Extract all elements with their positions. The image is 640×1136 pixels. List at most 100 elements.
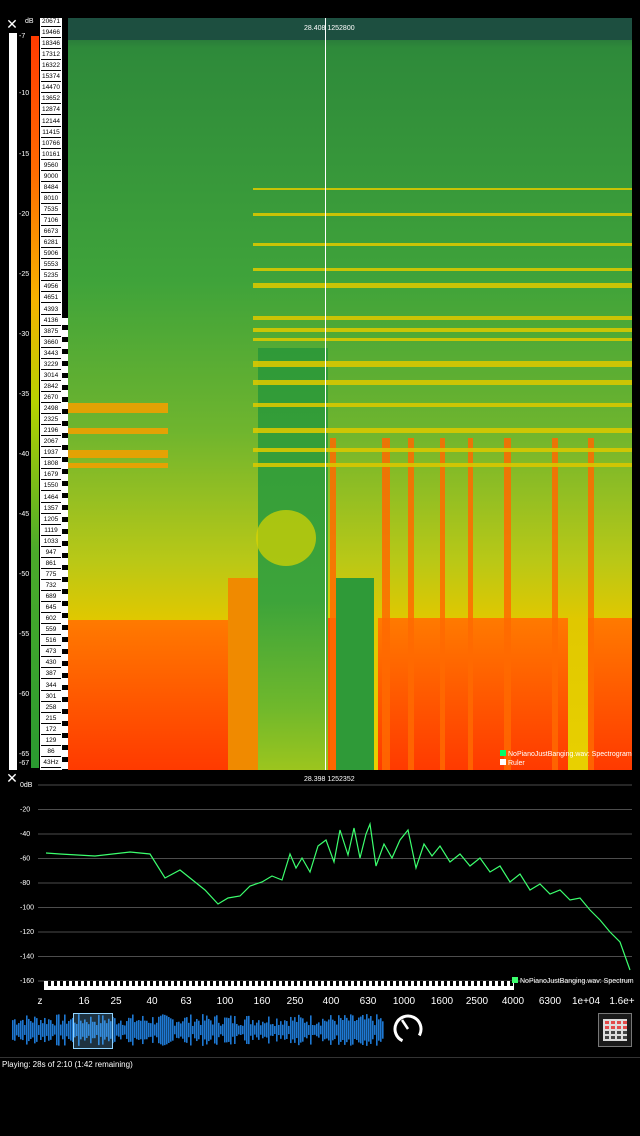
frequency-label: 645	[41, 604, 61, 614]
playback-position-handle[interactable]	[73, 1013, 113, 1049]
waveform-bar	[380, 1018, 382, 1042]
waveform-bar	[202, 1014, 204, 1046]
frequency-label: 2670	[41, 394, 61, 403]
frequency-label: 18346	[41, 40, 61, 50]
waveform-overview[interactable]	[12, 1011, 384, 1049]
frequency-label: 301	[41, 693, 61, 702]
waveform-bar	[350, 1014, 352, 1046]
frequency-label: 5906	[41, 250, 61, 260]
waveform-bar	[64, 1014, 66, 1046]
key-mark	[498, 981, 501, 986]
frequency-label: 4956	[41, 283, 61, 293]
waveform-bar	[370, 1016, 372, 1044]
db-label: -25	[19, 271, 30, 278]
waveform-bar	[344, 1015, 346, 1045]
frequency-label: 16322	[41, 62, 61, 72]
waveform-bar	[330, 1015, 332, 1045]
waveform-bar	[318, 1022, 320, 1038]
key-mark	[96, 981, 99, 986]
spec-harmonic	[253, 316, 632, 320]
key-mark	[54, 981, 57, 986]
waveform-bar	[310, 1015, 312, 1045]
key-mark	[78, 981, 81, 986]
spectrogram-view[interactable]	[68, 18, 632, 770]
grid-cell	[623, 1026, 627, 1029]
frequency-tick: 1000	[393, 996, 416, 1007]
key-mark	[108, 981, 111, 986]
waveform-bar	[374, 1025, 376, 1035]
db-label: -30	[19, 331, 30, 338]
frequency-tick: 2500	[466, 996, 489, 1007]
grid-cell	[605, 1026, 609, 1029]
waveform-bar	[210, 1020, 212, 1040]
frequency-label: 473	[41, 648, 61, 658]
frequency-tick: 250	[287, 996, 304, 1007]
grid-cell	[617, 1021, 621, 1024]
waveform-bar	[14, 1019, 16, 1041]
waveform-bar	[316, 1023, 318, 1037]
waveform-bar	[172, 1019, 174, 1041]
frequency-tick: 1600	[431, 996, 454, 1007]
waveform-bar	[212, 1024, 214, 1036]
key-mark	[396, 981, 399, 986]
waveform-bar	[282, 1024, 284, 1036]
level-meter	[9, 33, 17, 770]
key-mark	[372, 981, 375, 986]
key-mark	[48, 981, 51, 986]
key-mark	[390, 981, 393, 986]
key-mark	[336, 981, 339, 986]
waveform-bar	[130, 1018, 132, 1042]
spec-harmonic	[253, 428, 632, 433]
db-label: -45	[19, 511, 30, 518]
frequency-label: 1033	[41, 538, 61, 547]
waveform-bar	[118, 1023, 120, 1037]
db-label: -65	[19, 751, 30, 758]
frequency-label: 86	[41, 748, 61, 757]
waveform-bar	[328, 1019, 330, 1041]
frequency-label: 8010	[41, 195, 61, 204]
waveform-bar	[146, 1020, 148, 1040]
frequency-label: 947	[41, 549, 61, 558]
waveform-bar	[356, 1020, 358, 1040]
waveform-bar	[308, 1025, 310, 1035]
key-mark	[114, 981, 117, 986]
waveform-bar	[124, 1025, 126, 1035]
db-label: -40	[19, 451, 30, 458]
grid-cell	[617, 1031, 621, 1034]
frequency-label: 1808	[41, 460, 61, 470]
waveform-bar	[120, 1020, 122, 1040]
frequency-label: 14470	[41, 84, 61, 94]
key-mark	[252, 981, 255, 986]
grid-cell	[623, 1021, 627, 1024]
waveform-bar	[38, 1025, 40, 1035]
frequency-label: 20671	[41, 18, 61, 27]
key-mark	[234, 981, 237, 986]
close-spectrogram-icon[interactable]: ✕	[5, 18, 19, 32]
waveform-bar	[346, 1017, 348, 1043]
spectrum-chart[interactable]: 0dB -20 -40 -60 -80 -100 -120 -140 -160 z 16 25 40 6…	[0, 770, 640, 1010]
waveform-bar	[252, 1020, 254, 1040]
waveform-bar	[334, 1020, 336, 1040]
db-tick: 0dB	[20, 782, 33, 789]
frequency-label: 2325	[41, 416, 61, 426]
key-mark	[168, 981, 171, 986]
waveform-bar	[180, 1023, 182, 1037]
frequency-label: 7535	[41, 206, 61, 215]
waveform-bar	[164, 1014, 166, 1046]
waveform-bar	[268, 1016, 270, 1044]
grid-cell	[605, 1031, 609, 1034]
waveform-bar	[382, 1021, 384, 1039]
frequency-label: 7106	[41, 217, 61, 227]
waveform-bar	[166, 1015, 168, 1045]
key-mark	[438, 981, 441, 986]
waveform-bar	[264, 1023, 266, 1037]
key-mark	[72, 981, 75, 986]
close-spectrum-icon[interactable]: ✕	[5, 772, 19, 786]
volume-knob-icon[interactable]	[391, 1012, 425, 1046]
waveform-bar	[42, 1023, 44, 1037]
grid-view-button[interactable]	[598, 1013, 632, 1047]
waveform-bar	[270, 1024, 272, 1036]
waveform-bar	[156, 1022, 158, 1038]
time-cursor[interactable]	[325, 18, 326, 770]
grid-cell	[623, 1031, 627, 1034]
